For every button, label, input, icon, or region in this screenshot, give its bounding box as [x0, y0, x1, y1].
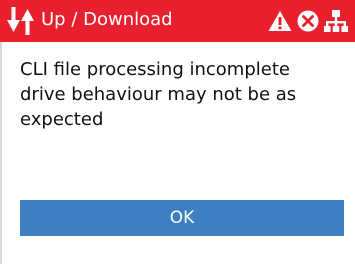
network-icon	[324, 9, 348, 33]
screen-title: Up / Download	[41, 9, 173, 30]
dialog-message: CLI file processing incomplete drive beha…	[20, 57, 340, 132]
status-icons	[268, 8, 348, 34]
ok-button[interactable]: OK	[20, 200, 344, 236]
dialog-message-line-1: CLI file processing incomplete	[20, 59, 290, 80]
up-down-arrows-icon	[7, 6, 35, 36]
up-down-arrows-icon-graphic	[7, 7, 34, 35]
dialog-message-line-2: drive behaviour may not be as expected	[20, 84, 297, 130]
up-download-screen: Up / Download CLI file processing incomp…	[0, 0, 355, 264]
warning-icon	[268, 10, 292, 32]
error-icon	[297, 10, 319, 32]
title-bar: Up / Download	[0, 0, 355, 42]
